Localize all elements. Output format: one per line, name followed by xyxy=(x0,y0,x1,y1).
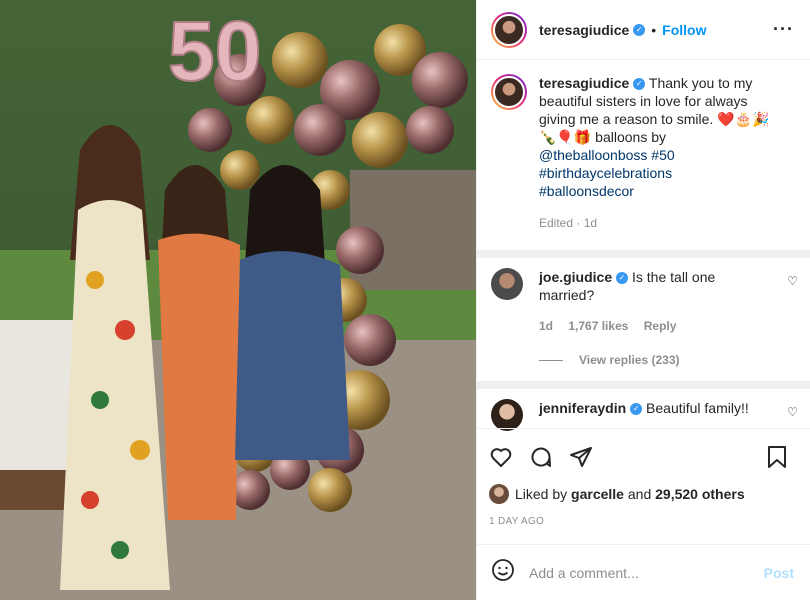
post-header: teresagiudice ✓ • Follow ··· xyxy=(477,0,810,60)
view-replies-button[interactable]: View replies (233) xyxy=(477,335,810,367)
share-paper-plane-icon[interactable] xyxy=(569,445,593,469)
caption-text: teresagiudice ✓ Thank you to my beautiful… xyxy=(539,74,770,250)
caption-line: 🍾🎈🎁 balloons by xyxy=(539,129,667,145)
emoji-icon[interactable] xyxy=(491,558,515,587)
post-time-ago[interactable]: 1 DAY AGO xyxy=(489,516,796,527)
liker-avatar[interactable] xyxy=(489,484,509,504)
post-comment-button[interactable]: Post xyxy=(764,565,794,581)
post-container: 50 teresagiudice ✓ • Follow ··· teresagi… xyxy=(0,0,810,600)
comment-item: jenniferaydin ✓ Beautiful family!! ♡ xyxy=(477,389,810,431)
save-bookmark-icon[interactable] xyxy=(766,445,788,469)
commenter-username[interactable]: jenniferaydin xyxy=(539,400,626,416)
hashtag-link[interactable]: #birthdaycelebrations xyxy=(539,164,770,182)
caption-line: beautiful sisters in love for always xyxy=(539,93,748,109)
author-avatar[interactable] xyxy=(491,11,527,48)
caption-line: Thank you to my xyxy=(648,75,753,91)
section-divider xyxy=(477,250,810,258)
comment-input[interactable] xyxy=(529,564,764,581)
like-heart-icon[interactable] xyxy=(489,445,513,469)
post-photo[interactable]: 50 xyxy=(0,0,476,600)
comment-likes[interactable]: 1,767 likes xyxy=(568,319,628,333)
verified-badge-icon: ✓ xyxy=(633,78,646,91)
replies-line xyxy=(539,359,563,361)
mention-link[interactable]: @theballoonboss #50 xyxy=(539,146,770,164)
photo-illustration: 50 xyxy=(0,0,476,600)
commenter-username[interactable]: joe.giudice xyxy=(539,269,612,285)
comment-text: joe.giudice ✓ Is the tall one married? 1d… xyxy=(539,268,759,335)
comment-meta: 1d 1,767 likes Reply xyxy=(539,317,759,335)
comment-item: joe.giudice ✓ Is the tall one married? 1d… xyxy=(477,258,810,335)
likes-summary: Liked by garcelle and 29,520 others xyxy=(489,484,796,504)
comment-text: jenniferaydin ✓ Beautiful family!! xyxy=(539,400,749,416)
like-comment-heart-icon[interactable]: ♡ xyxy=(787,274,798,288)
add-comment-bar: Post xyxy=(477,544,810,600)
caption-line: giving me a reason to smile. ❤️🎂🎉 xyxy=(539,111,770,127)
separator-dot: • xyxy=(651,21,657,38)
likes-count[interactable]: 29,520 others xyxy=(655,486,745,502)
follow-button[interactable]: Follow xyxy=(662,22,706,38)
post-caption: teresagiudice ✓ Thank you to my beautiful… xyxy=(477,60,810,250)
caption-username[interactable]: teresagiudice xyxy=(539,75,629,91)
like-comment-heart-icon[interactable]: ♡ xyxy=(787,405,798,419)
author-username[interactable]: teresagiudice xyxy=(539,22,629,38)
svg-text:50: 50 xyxy=(168,4,261,98)
comment-bubble-icon[interactable] xyxy=(529,445,553,469)
more-options-icon[interactable]: ··· xyxy=(773,19,794,40)
verified-badge-icon: ✓ xyxy=(616,272,629,285)
verified-badge-icon: ✓ xyxy=(633,23,646,36)
edited-timestamp: Edited · 1d xyxy=(539,216,598,230)
commenter-avatar[interactable] xyxy=(491,399,523,431)
caption-avatar[interactable] xyxy=(491,74,527,110)
verified-badge-icon: ✓ xyxy=(630,403,643,416)
hashtag-link[interactable]: #balloonsdecor xyxy=(539,182,770,200)
commenter-avatar[interactable] xyxy=(491,268,523,300)
comment-time: 1d xyxy=(539,319,554,333)
post-side-panel: teresagiudice ✓ • Follow ··· teresagiudi… xyxy=(476,0,810,600)
section-divider xyxy=(477,381,810,389)
post-actions: Liked by garcelle and 29,520 others 1 DA… xyxy=(477,428,810,527)
reply-button[interactable]: Reply xyxy=(644,319,677,333)
action-icons xyxy=(489,445,796,469)
liker-username[interactable]: garcelle xyxy=(571,486,624,502)
